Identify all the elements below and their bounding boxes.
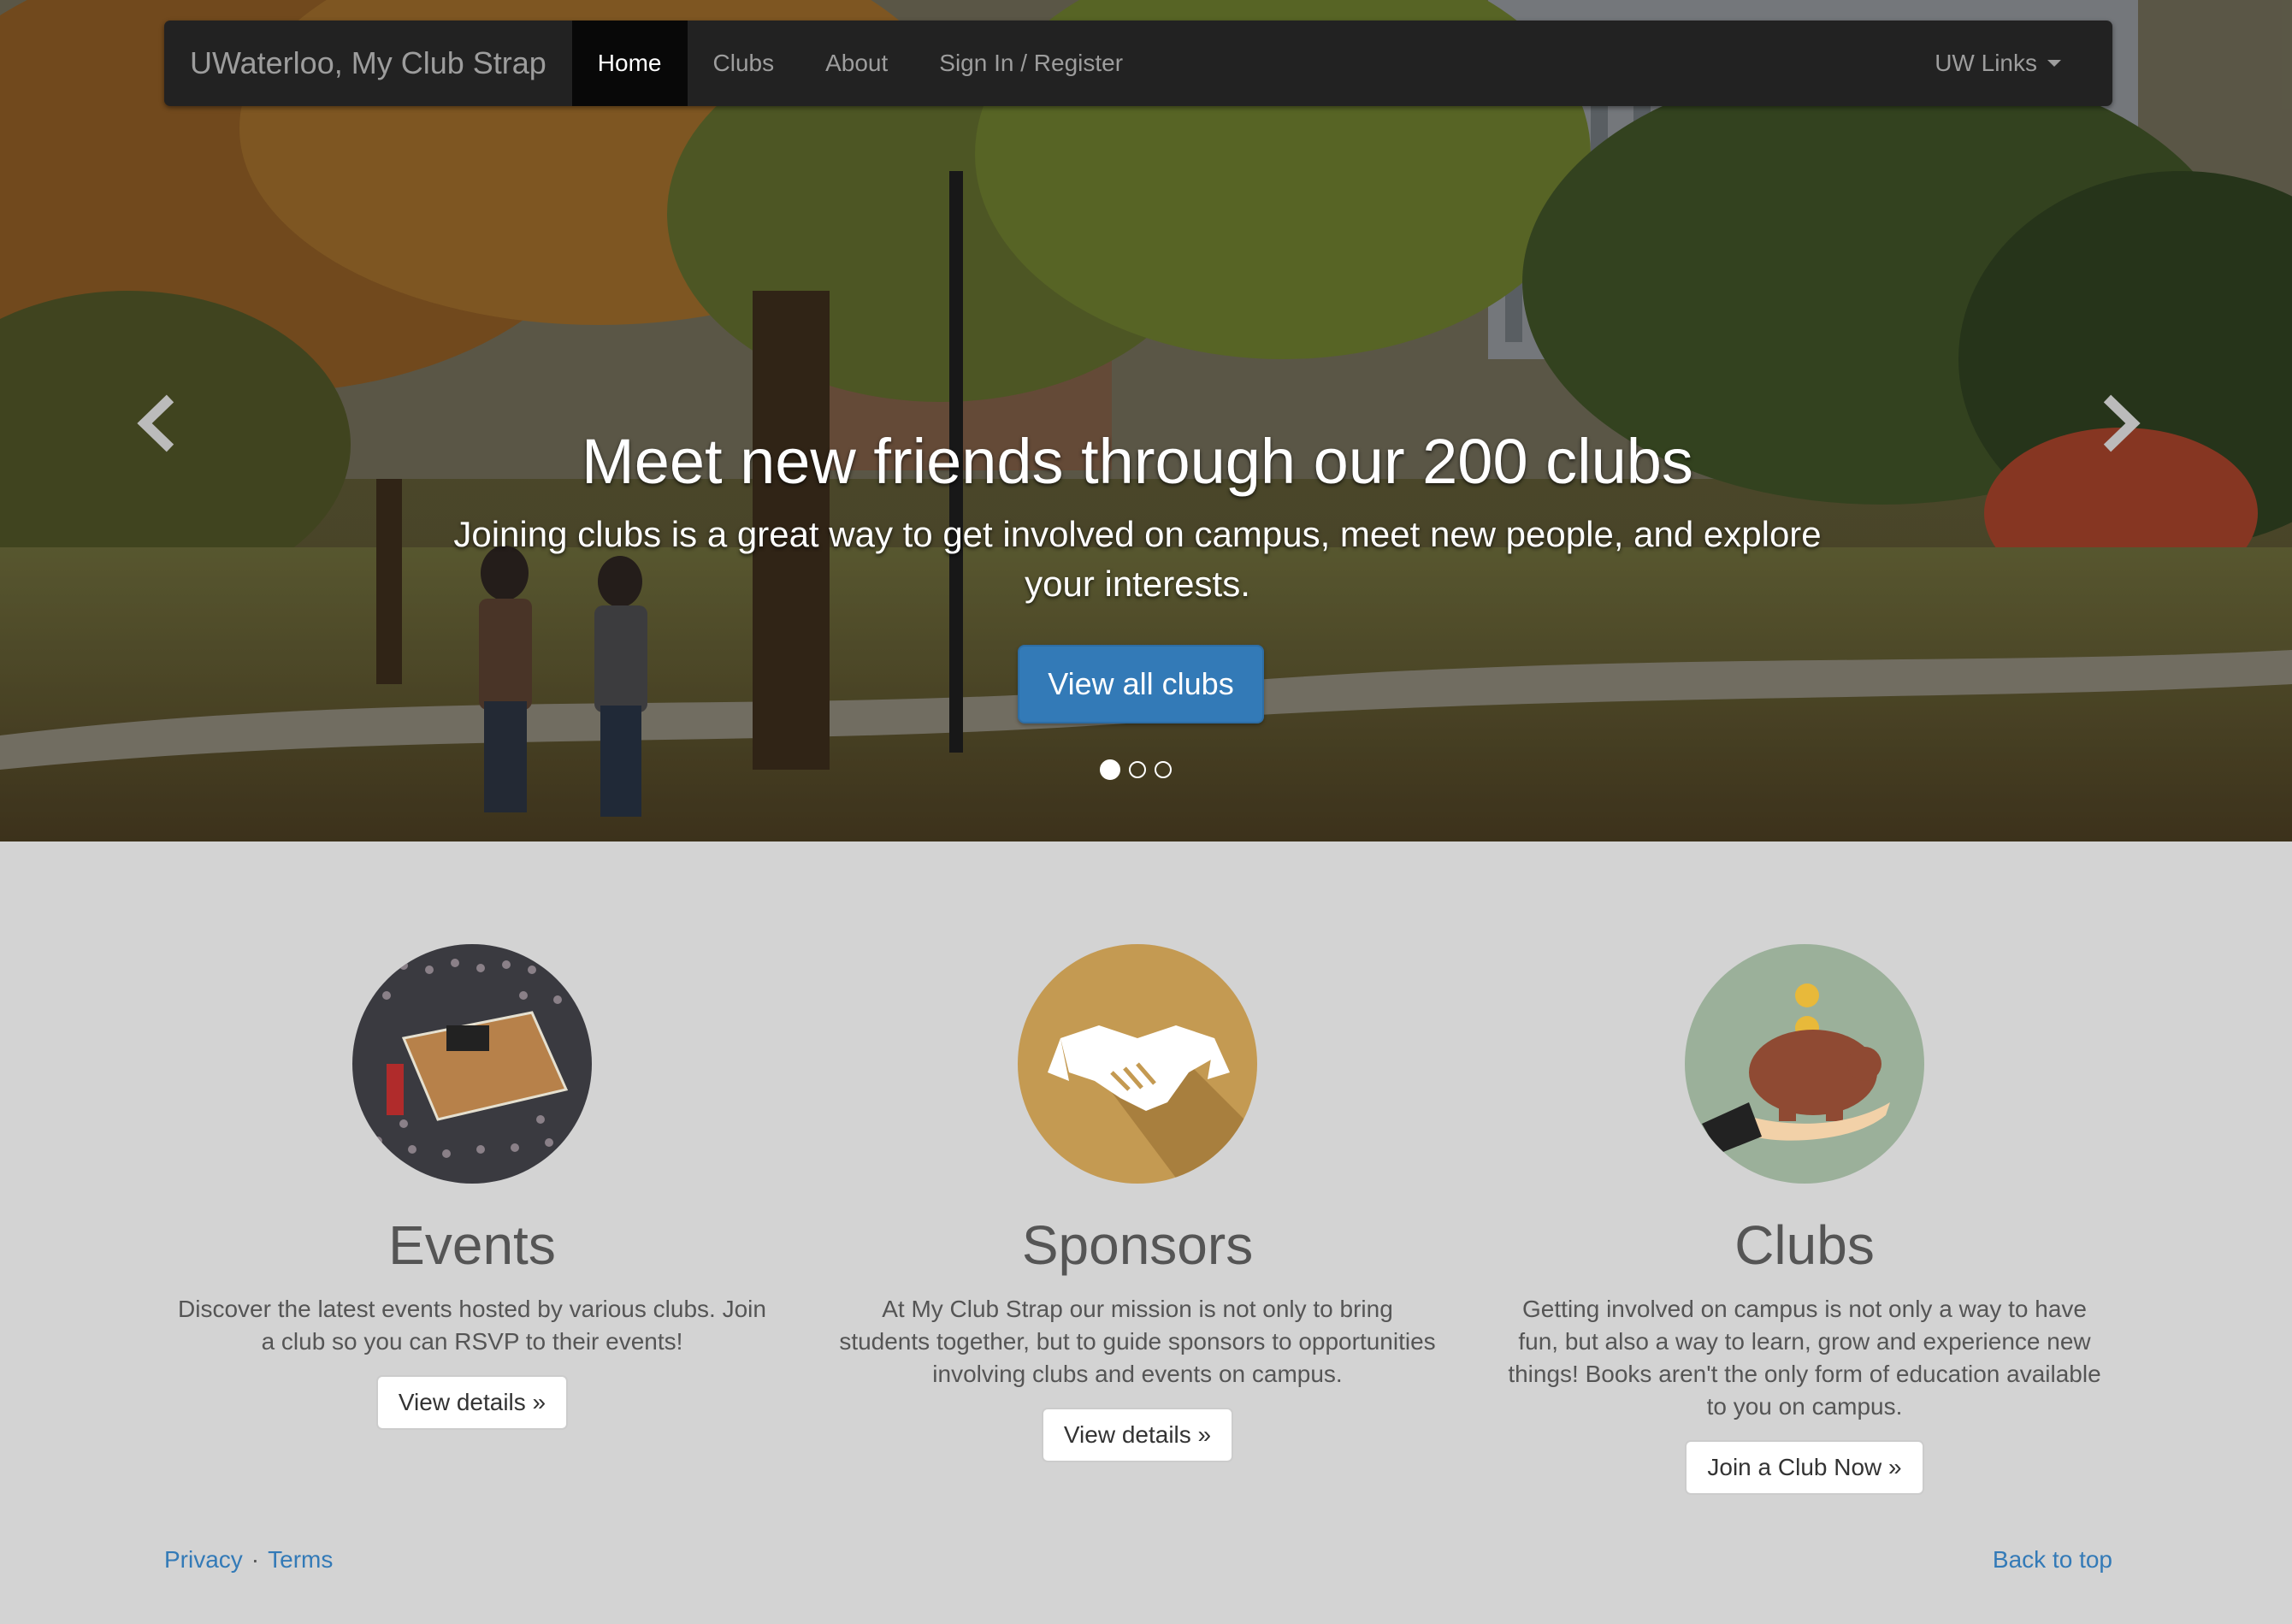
nav-item-home[interactable]: Home (571, 21, 688, 106)
handshake-icon (1018, 944, 1257, 1184)
footer-spacer (333, 1546, 1993, 1574)
chevron-right-icon (2103, 394, 2141, 452)
footer-separator: · (251, 1546, 260, 1573)
carousel-caption: Meet new friends through our 200 clubs J… (428, 419, 1847, 609)
carousel-subtext: Joining clubs is a great way to get invo… (453, 514, 1822, 604)
clubs-title: Clubs (1734, 1214, 1875, 1276)
join-a-club-button[interactable]: Join a Club Now » (1685, 1440, 1924, 1495)
carousel-indicator-3[interactable] (1155, 761, 1172, 778)
clubs-text: Getting involved on campus is not only a… (1508, 1296, 2101, 1420)
uw-links-label: UW Links (1935, 50, 2037, 76)
piggy-bank-icon (1685, 944, 1924, 1184)
events-title: Events (388, 1214, 556, 1276)
footer: Privacy · Terms Back to top (164, 1546, 2112, 1574)
carousel-heading: Meet new friends through our 200 clubs (582, 426, 1693, 497)
carousel-indicators (1100, 759, 1172, 780)
back-to-top-link[interactable]: Back to top (1993, 1546, 2112, 1574)
carousel-prev-button[interactable] (133, 393, 184, 453)
sponsors-text: At My Club Strap our mission is not only… (839, 1296, 1436, 1387)
carousel-indicator-1[interactable] (1100, 759, 1120, 780)
nav-item-clubs[interactable]: Clubs (688, 21, 800, 106)
events-crowd-image (352, 944, 592, 1184)
feature-events: Events Discover the latest events hosted… (173, 944, 771, 1430)
chevron-left-icon (137, 394, 174, 452)
feature-clubs: Clubs Getting involved on campus is not … (1505, 944, 2104, 1495)
privacy-link[interactable]: Privacy (164, 1546, 243, 1574)
terms-link[interactable]: Terms (268, 1546, 333, 1574)
navbar-brand[interactable]: UWaterloo, My Club Strap (164, 45, 572, 81)
caret-down-icon (2047, 60, 2061, 67)
nav-item-sign-in[interactable]: Sign In / Register (913, 21, 1149, 106)
sponsors-view-details-button[interactable]: View details » (1041, 1408, 1234, 1462)
sponsors-title: Sponsors (1021, 1214, 1254, 1276)
carousel-indicator-2[interactable] (1129, 761, 1146, 778)
view-all-clubs-button[interactable]: View all clubs (1018, 645, 1264, 723)
feature-sponsors: Sponsors At My Club Strap our mission is… (838, 944, 1437, 1462)
navbar: UWaterloo, My Club Strap Home Clubs Abou… (164, 21, 2112, 106)
nav-item-about[interactable]: About (800, 21, 913, 106)
events-view-details-button[interactable]: View details » (375, 1375, 569, 1430)
events-text: Discover the latest events hosted by var… (178, 1296, 766, 1355)
carousel-next-button[interactable] (2094, 393, 2145, 453)
uw-links-dropdown[interactable]: UW Links (1909, 21, 2087, 106)
hero-carousel: UWaterloo, My Club Strap Home Clubs Abou… (0, 0, 2292, 842)
